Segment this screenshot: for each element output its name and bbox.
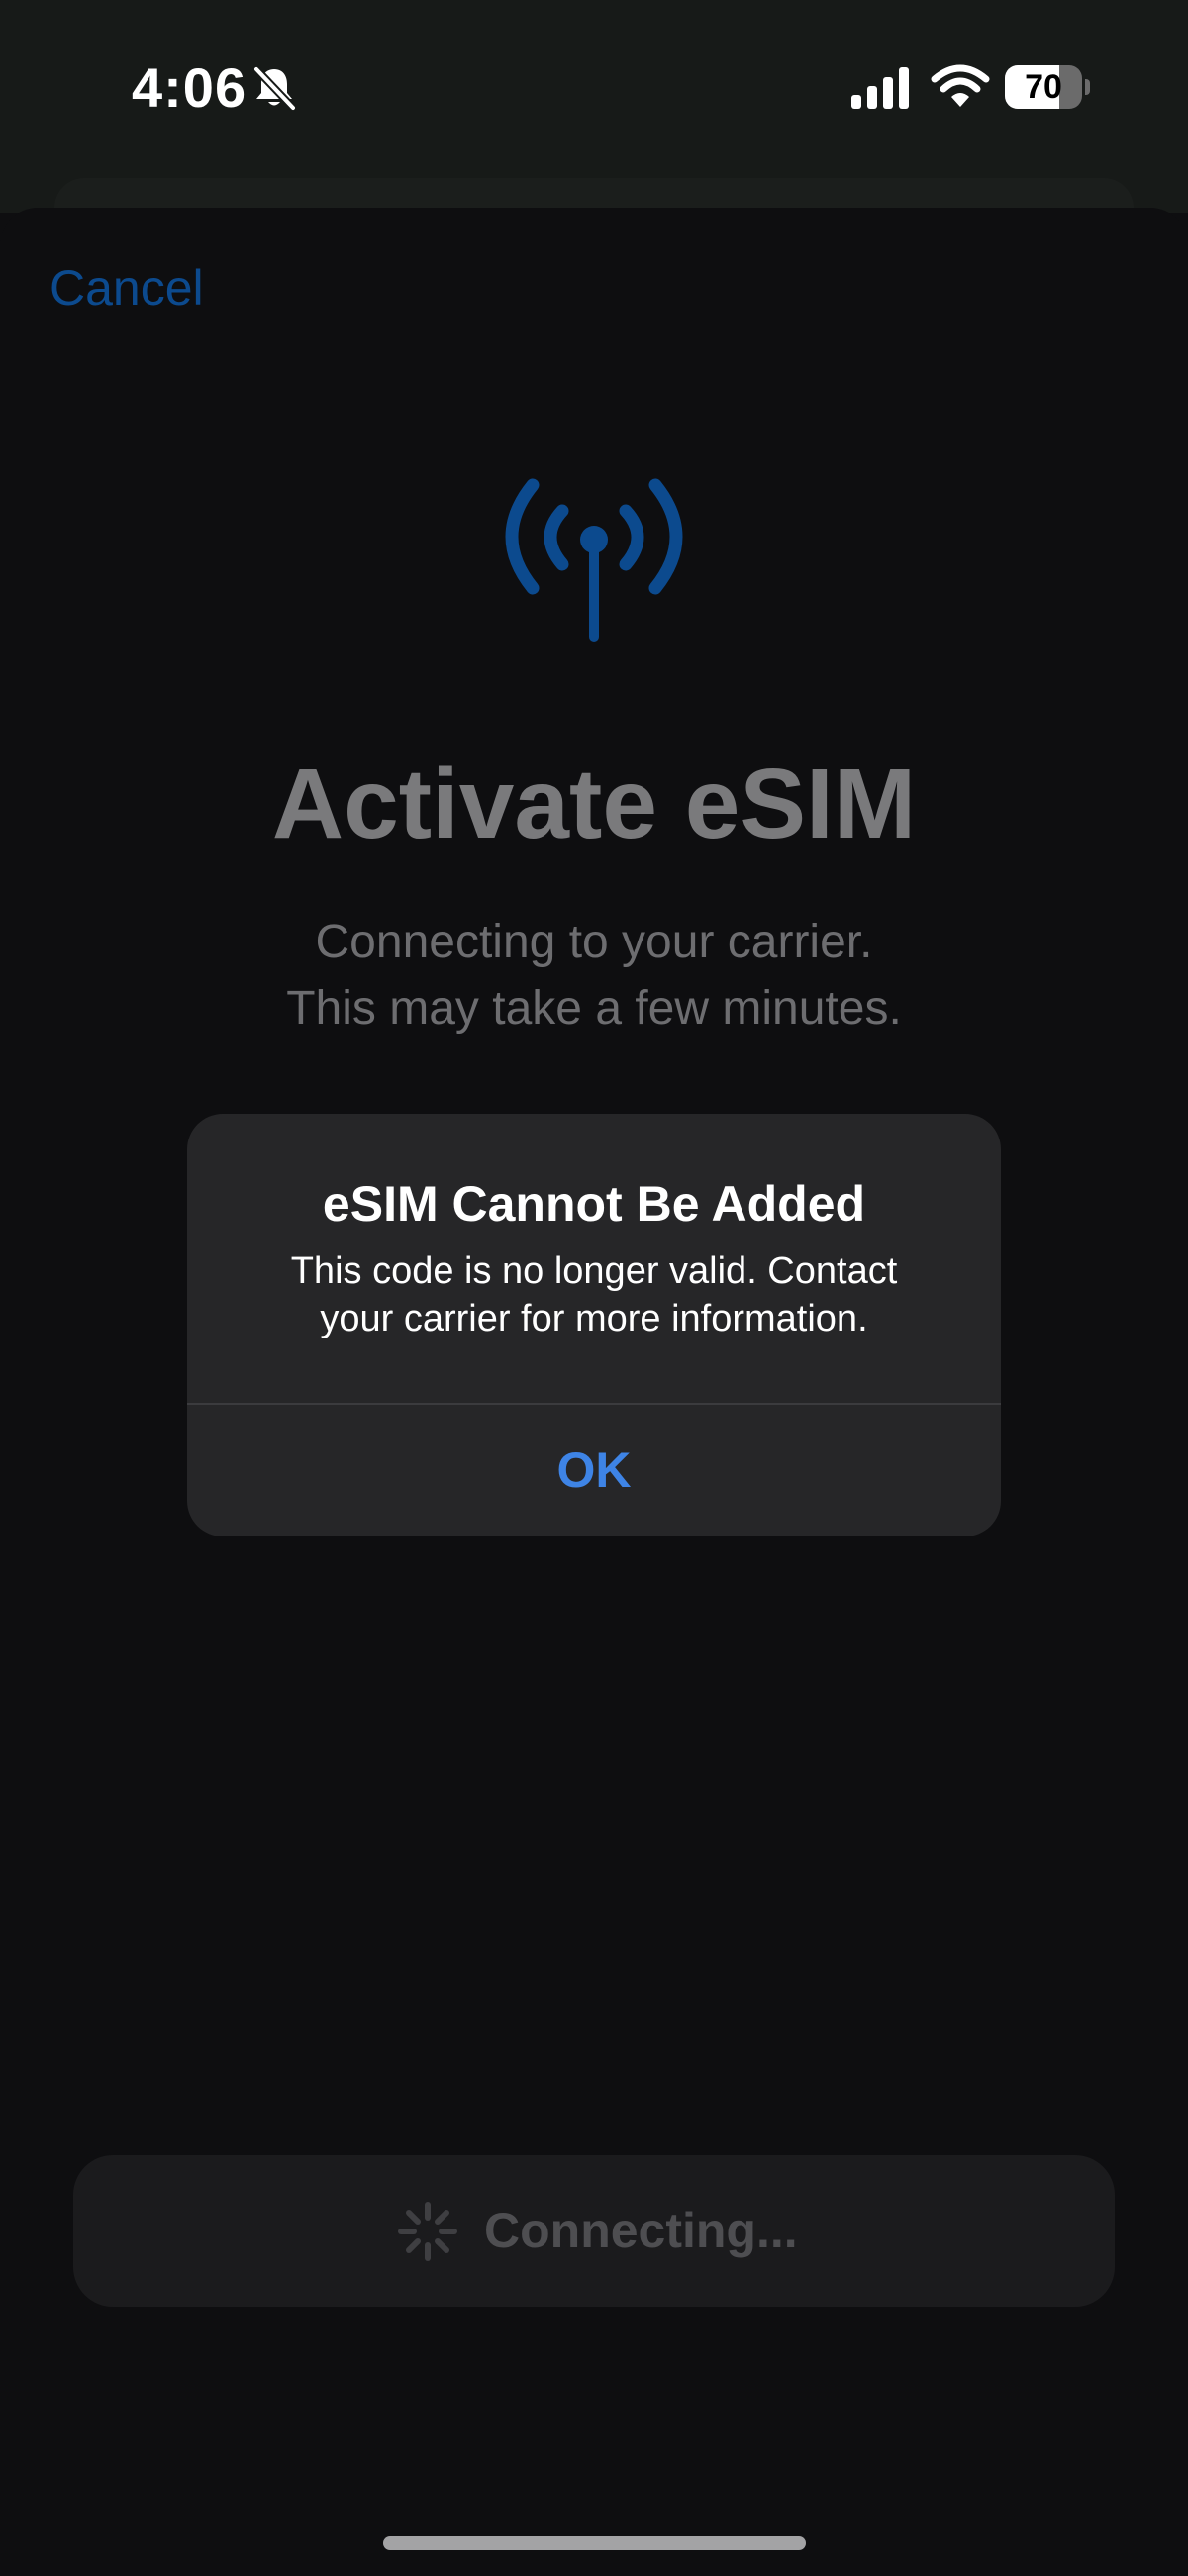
status-time: 4:06 bbox=[132, 56, 248, 119]
cellular-signal-icon bbox=[851, 67, 909, 109]
battery-level: 70 bbox=[1025, 68, 1062, 106]
bell-slash-icon bbox=[252, 65, 297, 112]
page-subtitle: Connecting to your carrier. This may tak… bbox=[0, 909, 1188, 1041]
alert-message: This code is no longer valid. Contact yo… bbox=[217, 1247, 971, 1342]
alert-title: eSIM Cannot Be Added bbox=[322, 1176, 866, 1232]
home-indicator[interactable] bbox=[383, 2536, 806, 2550]
wifi-icon bbox=[931, 64, 990, 107]
alert-message-line: your carrier for more information. bbox=[320, 1298, 868, 1339]
ok-button[interactable]: OK bbox=[187, 1405, 1001, 1536]
alert-message-line: This code is no longer valid. Contact bbox=[290, 1250, 898, 1292]
subtitle-line: Connecting to your carrier. bbox=[315, 916, 873, 968]
spinner-icon bbox=[398, 2202, 457, 2261]
antenna-icon bbox=[505, 478, 683, 642]
status-bar: 4:06 70 bbox=[0, 0, 1188, 178]
cancel-button[interactable]: Cancel bbox=[50, 259, 204, 317]
battery-icon: 70 bbox=[1005, 65, 1090, 109]
battery-cap bbox=[1085, 79, 1090, 95]
battery-body: 70 bbox=[1005, 65, 1082, 109]
page-title: Activate eSIM bbox=[271, 748, 917, 859]
connecting-label: Connecting... bbox=[484, 2203, 798, 2258]
subtitle-line: This may take a few minutes. bbox=[286, 982, 902, 1035]
error-alert-dialog: eSIM Cannot Be Added This code is no lon… bbox=[187, 1114, 1001, 1536]
connecting-button[interactable]: Connecting... bbox=[73, 2155, 1115, 2307]
activate-esim-screen: 4:06 70 Cancel Activate eSIM Connecting … bbox=[0, 0, 1188, 2576]
